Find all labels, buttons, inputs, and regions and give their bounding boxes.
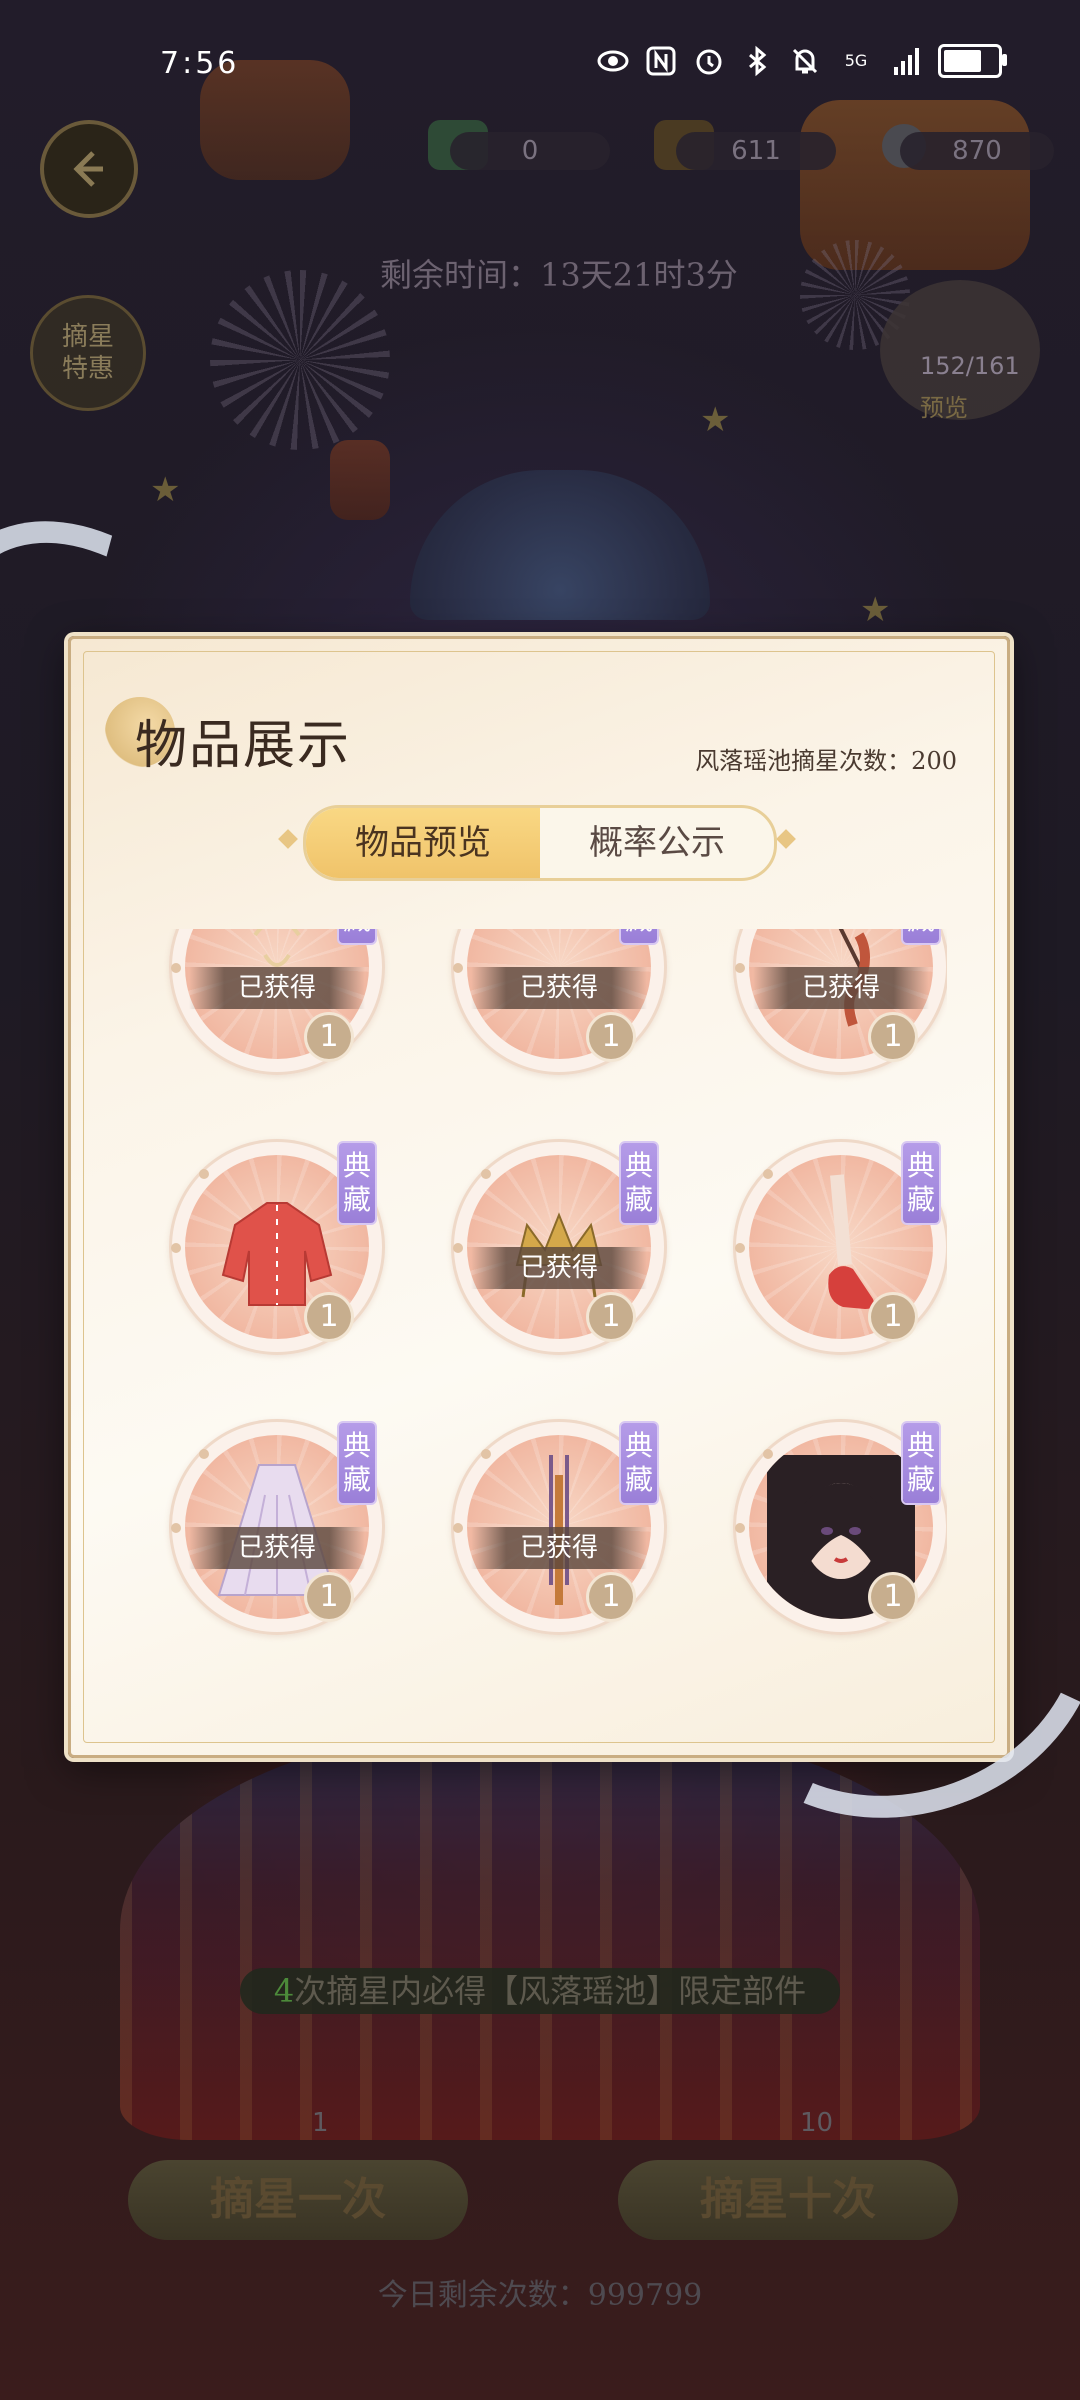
item-quantity: 1 <box>307 1575 351 1619</box>
item-quantity: 1 <box>589 1295 633 1339</box>
collector-badge: 典藏 <box>339 1423 375 1503</box>
item-quantity: 1 <box>871 1295 915 1339</box>
firework-decoration <box>210 270 390 450</box>
currency-gold: 611 <box>676 132 836 170</box>
pin-decoration <box>735 1523 745 1533</box>
bluetooth-icon <box>740 44 774 78</box>
currency-book-value: 0 <box>521 136 539 166</box>
guarantee-notice: 4次摘星内必得【风落瑶池】限定部件 <box>240 1968 840 2014</box>
special-offer-label-2: 特惠 <box>61 354 114 384</box>
collector-badge: 典藏 <box>903 1143 939 1223</box>
pool-pull-count: 风落瑶池摘星次数：200 <box>695 747 957 775</box>
item-quantity: 1 <box>871 1015 915 1059</box>
guarantee-text: 次摘星内必得【风落瑶池】限定部件 <box>294 1972 807 2010</box>
pin-decoration <box>171 1523 181 1533</box>
tab-ornament-left <box>278 829 298 849</box>
reward-item-3[interactable]: 典藏已获得 1 <box>733 929 947 1075</box>
event-timer: 剩余时间：13天21时3分 <box>380 256 738 294</box>
reward-item-2[interactable]: 典藏已获得 1 <box>451 929 667 1075</box>
status-bar: 7:56 5G <box>0 0 1080 130</box>
signal-icon <box>890 44 924 78</box>
pin-decoration <box>171 1243 181 1253</box>
reward-item-4[interactable]: 典藏 1 <box>169 1139 385 1355</box>
pull-ten-cost: 10 <box>800 2108 834 2138</box>
character-crown <box>410 470 710 620</box>
owned-label: 已获得 <box>471 1247 647 1289</box>
pull-once-button[interactable]: 摘星一次 <box>128 2160 468 2240</box>
star-icon: ★ <box>860 590 891 630</box>
pull-once-cost: 1 <box>312 2108 329 2138</box>
collector-badge: 典藏 <box>339 929 375 943</box>
guarantee-count: 4 <box>273 1972 295 2010</box>
pin-decoration <box>171 963 181 973</box>
back-button[interactable] <box>40 120 138 218</box>
owned-label: 已获得 <box>189 967 365 1009</box>
mute-icon <box>788 44 822 78</box>
collection-count: 152/161 <box>920 352 1020 380</box>
nfc-icon <box>644 44 678 78</box>
remaining-pulls: 今日剩余次数：999799 <box>377 2278 703 2313</box>
collector-badge: 典藏 <box>903 929 939 943</box>
owned-label: 已获得 <box>471 967 647 1009</box>
currency-pearl: 870 <box>900 132 1054 170</box>
collector-badge: 典藏 <box>621 929 657 943</box>
collection-label: 预览 <box>920 394 968 422</box>
pin-decoration <box>735 963 745 973</box>
eye-icon <box>596 44 630 78</box>
reward-item-5[interactable]: 典藏已获得 1 <box>451 1139 667 1355</box>
item-quantity: 1 <box>307 1015 351 1059</box>
collection-preview-button[interactable]: 152/161 预览 <box>880 280 1040 422</box>
battery-level <box>944 50 981 72</box>
modal-tabs: 物品预览 概率公示 <box>303 805 777 881</box>
pin-decoration <box>735 1243 745 1253</box>
tab-ornament-right <box>776 829 796 849</box>
back-arrow-icon <box>73 151 103 187</box>
star-icon: ★ <box>700 400 731 440</box>
pin-decoration <box>453 963 463 973</box>
battery-icon <box>938 44 1007 78</box>
pull-ten-button[interactable]: 摘星十次 <box>618 2160 958 2240</box>
reward-item-8[interactable]: 典藏已获得 1 <box>451 1419 667 1635</box>
owned-label: 已获得 <box>471 1527 647 1569</box>
special-offer-button[interactable]: 摘星 特惠 <box>30 295 146 411</box>
lantern-small <box>330 440 390 520</box>
network-type-label: 5G <box>844 51 868 70</box>
owned-label: 已获得 <box>189 1527 365 1569</box>
reward-item-7[interactable]: 典藏已获得 1 <box>169 1419 385 1635</box>
star-icon: ★ <box>150 470 181 510</box>
reward-item-1[interactable]: 典藏已获得 1 <box>169 929 385 1075</box>
currency-gold-value: 611 <box>731 136 781 166</box>
collector-badge: 典藏 <box>339 1143 375 1223</box>
currency-book: 0 <box>450 132 610 170</box>
special-offer-label-1: 摘星 <box>61 322 114 352</box>
alarm-icon <box>692 44 726 78</box>
collector-badge: 典藏 <box>621 1143 657 1223</box>
status-time: 7:56 <box>160 46 240 81</box>
item-quantity: 1 <box>307 1295 351 1339</box>
modal-title: 物品展示 <box>135 716 352 776</box>
status-icons: 5G <box>596 44 1007 78</box>
pin-decoration <box>453 1243 463 1253</box>
item-quantity: 1 <box>589 1575 633 1619</box>
pin-decoration <box>453 1523 463 1533</box>
collector-badge: 典藏 <box>621 1423 657 1503</box>
item-quantity: 1 <box>589 1015 633 1059</box>
currency-pearl-value: 870 <box>952 136 1002 166</box>
tab-item-preview[interactable]: 物品预览 <box>306 808 540 878</box>
reward-item-6[interactable]: 典藏 1 <box>733 1139 947 1355</box>
tab-probability[interactable]: 概率公示 <box>540 808 774 878</box>
owned-label: 已获得 <box>753 967 929 1009</box>
